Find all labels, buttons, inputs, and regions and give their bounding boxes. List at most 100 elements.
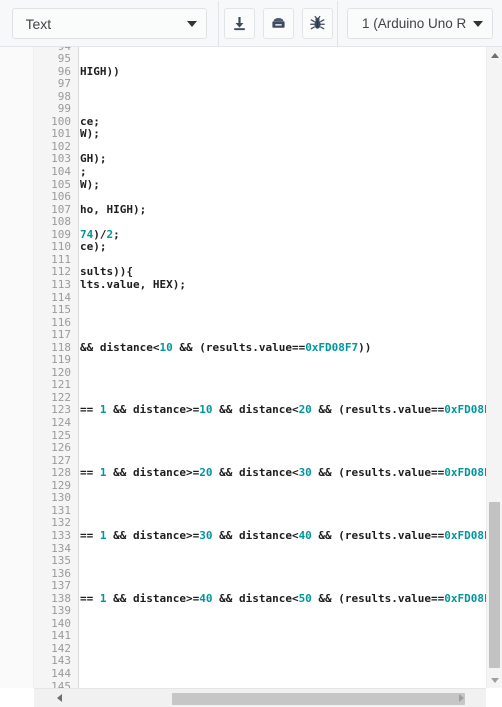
code-literal: 1	[99, 591, 107, 605]
chevron-down-icon	[186, 20, 197, 27]
line-number: 145	[51, 679, 71, 688]
triangle-left-icon	[57, 694, 62, 702]
code-literal: 20	[199, 466, 213, 480]
line-number: 141	[51, 629, 71, 643]
line-number: 144	[51, 667, 71, 680]
editor-left-margin	[0, 47, 34, 688]
code-line[interactable]: ce);	[80, 241, 107, 254]
bug-icon	[309, 15, 326, 32]
code-text: && distance<	[212, 528, 299, 542]
vertical-scrollbar-thumb[interactable]	[489, 502, 500, 668]
line-number: 97	[57, 77, 71, 91]
code-text: sults)){	[80, 265, 133, 279]
code-line[interactable]: HIGH))	[80, 64, 120, 79]
code-line[interactable]: ho, HIGH);	[80, 202, 147, 217]
line-number: 117	[51, 328, 71, 342]
vertical-scrollbar[interactable]	[486, 47, 502, 688]
code-literal: 30	[298, 466, 312, 480]
code-line[interactable]: lts.value, HEX);	[80, 277, 186, 292]
code-content[interactable]: HIGH)) ce; W); GH);; W); ho, HIGH); 74)/2; ce);…	[80, 47, 486, 688]
code-text: && (results.value==	[311, 591, 445, 605]
download-arrow-icon	[231, 15, 248, 32]
code-literal: 1	[99, 528, 107, 542]
line-number: 121	[51, 378, 71, 392]
code-text: ==	[80, 591, 100, 605]
code-literal: 0xFD08F7	[444, 591, 486, 605]
line-number: 130	[51, 491, 71, 505]
code-line[interactable]: == 1 && distance>=40 && distance<50 && (…	[80, 591, 486, 606]
code-text: && distance<	[212, 466, 299, 480]
scroll-up-button[interactable]	[487, 47, 502, 63]
type-dropdown[interactable]: Text	[11, 8, 207, 39]
code-text: HIGH))	[80, 64, 120, 78]
code-text: W);	[80, 177, 100, 191]
code-text: lts.value, HEX);	[80, 277, 186, 291]
debug-button[interactable]	[301, 8, 333, 39]
line-number: 128	[51, 466, 71, 480]
horizontal-scrollbar[interactable]	[34, 688, 486, 707]
toolbar-group-board: 1 (Arduino Uno R3)	[338, 1, 502, 47]
code-text: ce);	[80, 240, 107, 254]
line-number: 139	[51, 604, 71, 618]
code-literal: 0xFD08F7	[444, 528, 486, 542]
line-number: 104	[51, 165, 71, 178]
line-number: 133	[51, 528, 71, 542]
code-text: && distance>=	[106, 528, 200, 542]
code-text: && distance>=	[106, 591, 200, 605]
code-literal: 74	[80, 227, 94, 241]
line-number: 115	[51, 303, 71, 317]
line-number: 126	[51, 441, 71, 455]
code-scroll-viewport[interactable]: 9495969798991001011021031041051061071081…	[34, 47, 486, 688]
line-number: 110	[51, 240, 71, 254]
triangle-up-icon	[490, 52, 499, 58]
code-line[interactable]: == 1 && distance>=20 && distance<30 && (…	[80, 466, 486, 480]
code-text: && distance>=	[106, 466, 200, 480]
line-number: 99	[57, 102, 71, 116]
scroll-right-button[interactable]	[453, 689, 470, 707]
code-text: && (results.value==	[311, 403, 445, 417]
line-number: 119	[51, 353, 71, 367]
code-text: ))	[358, 340, 372, 354]
serial-monitor-button[interactable]	[262, 8, 294, 39]
code-literal: 40	[298, 528, 312, 542]
code-text: && distance<	[80, 340, 160, 354]
line-number: 106	[51, 190, 71, 204]
upload-button[interactable]	[223, 8, 255, 39]
code-literal: 30	[199, 528, 213, 542]
code-text: ce;	[80, 114, 100, 128]
code-line[interactable]: W);	[80, 128, 100, 141]
toolbar-group-type: Text	[0, 1, 218, 47]
serial-monitor-icon	[270, 15, 287, 32]
code-literal: 20	[298, 403, 312, 417]
code-text: ho, HIGH);	[80, 202, 147, 216]
scroll-left-button[interactable]	[51, 689, 68, 707]
code-text: && (results.value==	[172, 340, 306, 354]
triangle-right-icon	[459, 694, 464, 702]
code-line[interactable]: == 1 && distance>=10 && distance<20 && (…	[80, 404, 486, 417]
code-line[interactable]: && distance<10 && (results.value==0xFD08…	[80, 340, 372, 355]
line-number-gutter: 9495969798991001011021031041051061071081…	[34, 47, 79, 688]
code-text: ==	[80, 403, 100, 417]
board-dropdown[interactable]: 1 (Arduino Uno R3)	[347, 8, 493, 39]
line-number: 113	[51, 277, 71, 291]
scrollbar-corner	[486, 688, 502, 707]
code-text: W);	[80, 127, 100, 141]
code-text: && (results.value==	[311, 466, 445, 480]
code-line[interactable]: == 1 && distance>=30 && distance<40 && (…	[80, 528, 486, 543]
code-literal: 0xFD08F7	[444, 403, 486, 417]
code-literal: 10	[159, 340, 173, 354]
horizontal-scrollbar-thumb[interactable]	[172, 693, 465, 705]
code-text: GH);	[80, 152, 107, 166]
code-literal: 50	[298, 591, 312, 605]
line-number: 108	[51, 215, 71, 229]
scroll-down-button[interactable]	[487, 672, 502, 688]
line-number: 135	[51, 554, 71, 568]
code-line[interactable]: W);	[80, 177, 100, 192]
code-literal: 0xFD08F7	[444, 466, 486, 480]
code-text: && distance>=	[106, 403, 200, 417]
code-literal: 40	[199, 591, 213, 605]
line-number: 124	[51, 416, 71, 429]
code-literal: 1	[99, 466, 107, 480]
line-number: 137	[51, 579, 71, 593]
code-literal: 1	[99, 403, 107, 417]
